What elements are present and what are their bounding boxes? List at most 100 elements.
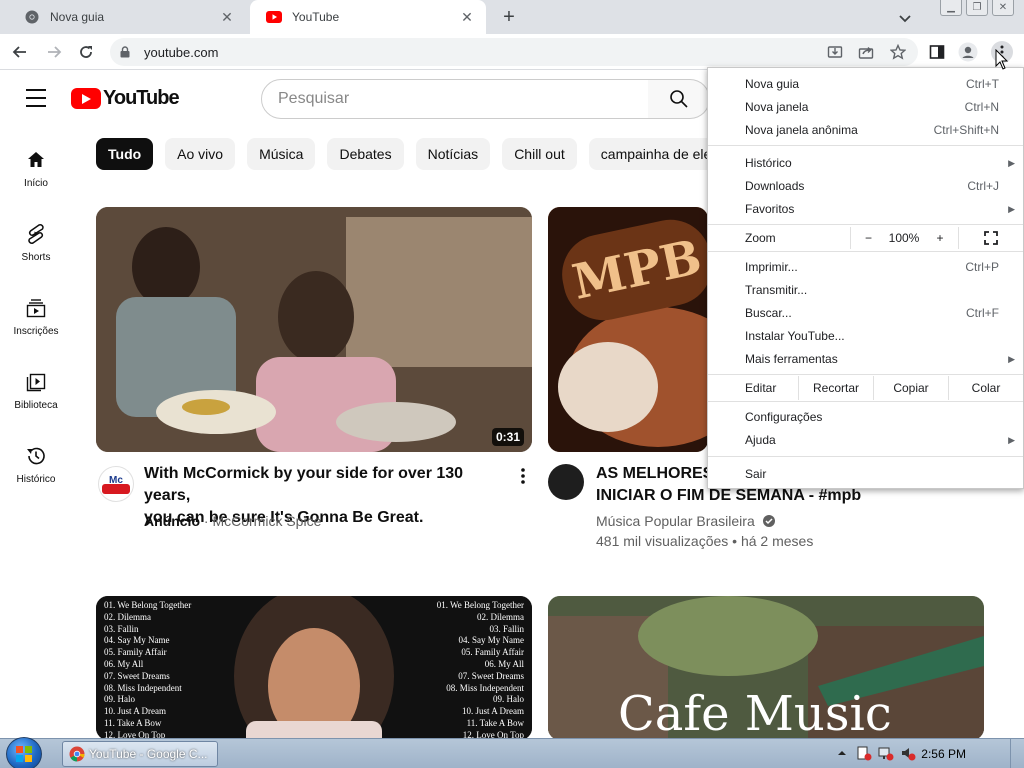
menu-item-new-window[interactable]: Nova janela Ctrl+N — [708, 96, 1023, 118]
show-desktop-button[interactable] — [1010, 739, 1024, 768]
zoom-minus-text: − — [864, 231, 872, 245]
menu-edit-row: Editar Recortar Copiar Colar — [708, 376, 1023, 400]
subscriptions-icon — [24, 296, 48, 320]
menu-divider — [708, 251, 1023, 252]
channel-avatar[interactable] — [548, 464, 584, 500]
chip[interactable]: Notícias — [415, 138, 491, 170]
lock-icon[interactable] — [120, 46, 134, 58]
taskbar-clock[interactable]: 2:56 PM — [921, 747, 966, 761]
start-button[interactable] — [6, 737, 42, 768]
zoom-out-button[interactable]: − — [850, 227, 886, 249]
side-panel-icon[interactable] — [927, 42, 947, 62]
share-icon[interactable] — [856, 42, 876, 62]
menu-item-settings[interactable]: Configurações — [708, 406, 1023, 428]
track: 11. Take A Bow — [104, 717, 162, 728]
menu-item-new-tab[interactable]: Nova guia Ctrl+T — [708, 73, 1023, 95]
chip[interactable]: Tudo — [96, 138, 154, 170]
youtube-logo[interactable]: YouTube — [71, 87, 180, 110]
sidebar-item-subscriptions[interactable]: Inscrições — [0, 288, 72, 348]
chip[interactable]: Ao vivo — [165, 138, 236, 170]
profile-icon[interactable] — [958, 42, 978, 62]
video-thumbnail[interactable]: MPB — [548, 207, 708, 452]
bookmark-star-icon[interactable] — [888, 42, 908, 62]
chip[interactable]: campainha de ele — [588, 138, 724, 170]
tray-arrow-icon[interactable] — [834, 745, 850, 761]
back-button[interactable] — [8, 40, 32, 64]
install-app-icon[interactable] — [825, 42, 845, 62]
menu-divider — [708, 145, 1023, 146]
menu-item-cast[interactable]: Transmitir... — [708, 279, 1023, 301]
track: 10. Just A Dream — [104, 706, 166, 717]
search-input[interactable]: Pesquisar — [261, 79, 649, 119]
chip[interactable]: Chill out — [502, 138, 577, 170]
copy-button[interactable]: Copiar — [873, 376, 948, 400]
fullscreen-button[interactable] — [958, 227, 1022, 249]
taskbar-chrome-window[interactable]: YouTube - Google C... — [62, 741, 218, 767]
video-thumbnail[interactable]: 0:31 — [96, 207, 532, 452]
library-icon — [24, 370, 48, 394]
new-tab-button[interactable]: + — [498, 6, 520, 28]
chip[interactable]: Música — [247, 138, 316, 170]
sidebar-item-library[interactable]: Biblioteca — [0, 362, 72, 422]
search-button[interactable] — [648, 79, 710, 119]
menu-item-find[interactable]: Buscar... Ctrl+F — [708, 302, 1023, 324]
menu-item-history[interactable]: Histórico ▶ — [708, 152, 1023, 174]
sidebar-item-history[interactable]: Histórico — [0, 436, 72, 496]
menu-item-more-tools[interactable]: Mais ferramentas ▶ — [708, 348, 1023, 370]
menu-shortcut: Ctrl+T — [966, 77, 999, 91]
menu-item-bookmarks[interactable]: Favoritos ▶ — [708, 198, 1023, 220]
channel-avatar[interactable]: Mc — [98, 466, 134, 502]
tab-youtube[interactable]: YouTube ✕ — [250, 0, 486, 34]
reload-button[interactable] — [74, 40, 98, 64]
video-channel-line: Anúncio · McCormick Spice — [144, 513, 322, 529]
menu-divider — [708, 374, 1023, 375]
menu-divider — [708, 401, 1023, 402]
network-icon[interactable] — [878, 745, 894, 761]
submenu-arrow-icon: ▶ — [1008, 157, 1015, 168]
track: 09. Halo — [104, 694, 135, 705]
zoom-plus-text: + — [936, 231, 944, 245]
track: 04. Say My Name — [458, 635, 525, 646]
paste-button[interactable]: Colar — [948, 376, 1023, 400]
track: 02. Dilemma — [104, 611, 151, 622]
sidebar-item-home[interactable]: Início — [0, 140, 72, 200]
forward-button[interactable] — [42, 40, 66, 64]
zoom-in-button[interactable]: + — [922, 231, 958, 245]
menu-item-print[interactable]: Imprimir... Ctrl+P — [708, 256, 1023, 278]
channel-name[interactable]: Música Popular Brasileira — [596, 513, 755, 529]
close-tab-icon[interactable]: ✕ — [218, 8, 236, 26]
sidebar-item-shorts[interactable]: Shorts — [0, 214, 72, 274]
channel-name[interactable]: McCormick Spice — [212, 513, 321, 529]
chrome-icon — [24, 9, 40, 25]
menu-item-incognito[interactable]: Nova janela anônima Ctrl+Shift+N — [708, 119, 1023, 141]
menu-item-downloads[interactable]: Downloads Ctrl+J — [708, 175, 1023, 197]
menu-item-help[interactable]: Ajuda ▶ — [708, 429, 1023, 451]
fullscreen-icon — [983, 231, 998, 245]
tab-search-icon[interactable] — [896, 9, 914, 27]
track: 11. Take A Bow — [466, 717, 524, 728]
menu-label: Imprimir... — [745, 260, 798, 274]
tracklist-left: 01. We Belong Together 02. Dilemma 03. F… — [104, 600, 191, 740]
minimize-button[interactable]: ▁ — [940, 0, 962, 16]
close-tab-icon[interactable]: ✕ — [458, 8, 476, 26]
video-thumbnail[interactable]: Cafe Music — [548, 596, 984, 740]
restore-button[interactable]: ❐ — [966, 0, 988, 16]
menu-item-exit[interactable]: Sair — [708, 463, 1023, 485]
chip[interactable]: Debates — [327, 138, 404, 170]
video-thumbnail[interactable]: 01. We Belong Together 02. Dilemma 03. F… — [96, 596, 532, 740]
more-options-icon[interactable] — [513, 466, 533, 486]
close-window-button[interactable]: ✕ — [992, 0, 1014, 16]
hamburger-menu-icon[interactable] — [26, 89, 46, 107]
action-center-icon[interactable] — [856, 745, 872, 761]
window-controls: ▁ ❐ ✕ — [940, 0, 1014, 16]
address-bar[interactable]: youtube.com — [110, 38, 918, 66]
search-placeholder: Pesquisar — [278, 90, 350, 107]
volume-icon[interactable] — [900, 745, 916, 761]
sidebar-label: Histórico — [16, 474, 56, 485]
menu-shortcut: Ctrl+Shift+N — [933, 123, 999, 137]
menu-item-install-youtube[interactable]: Instalar YouTube... — [708, 325, 1023, 347]
history-icon — [24, 444, 48, 468]
track: 05. Family Affair — [461, 647, 524, 658]
cut-button[interactable]: Recortar — [798, 376, 873, 400]
tab-nova-guia[interactable]: Nova guia ✕ — [8, 0, 246, 34]
